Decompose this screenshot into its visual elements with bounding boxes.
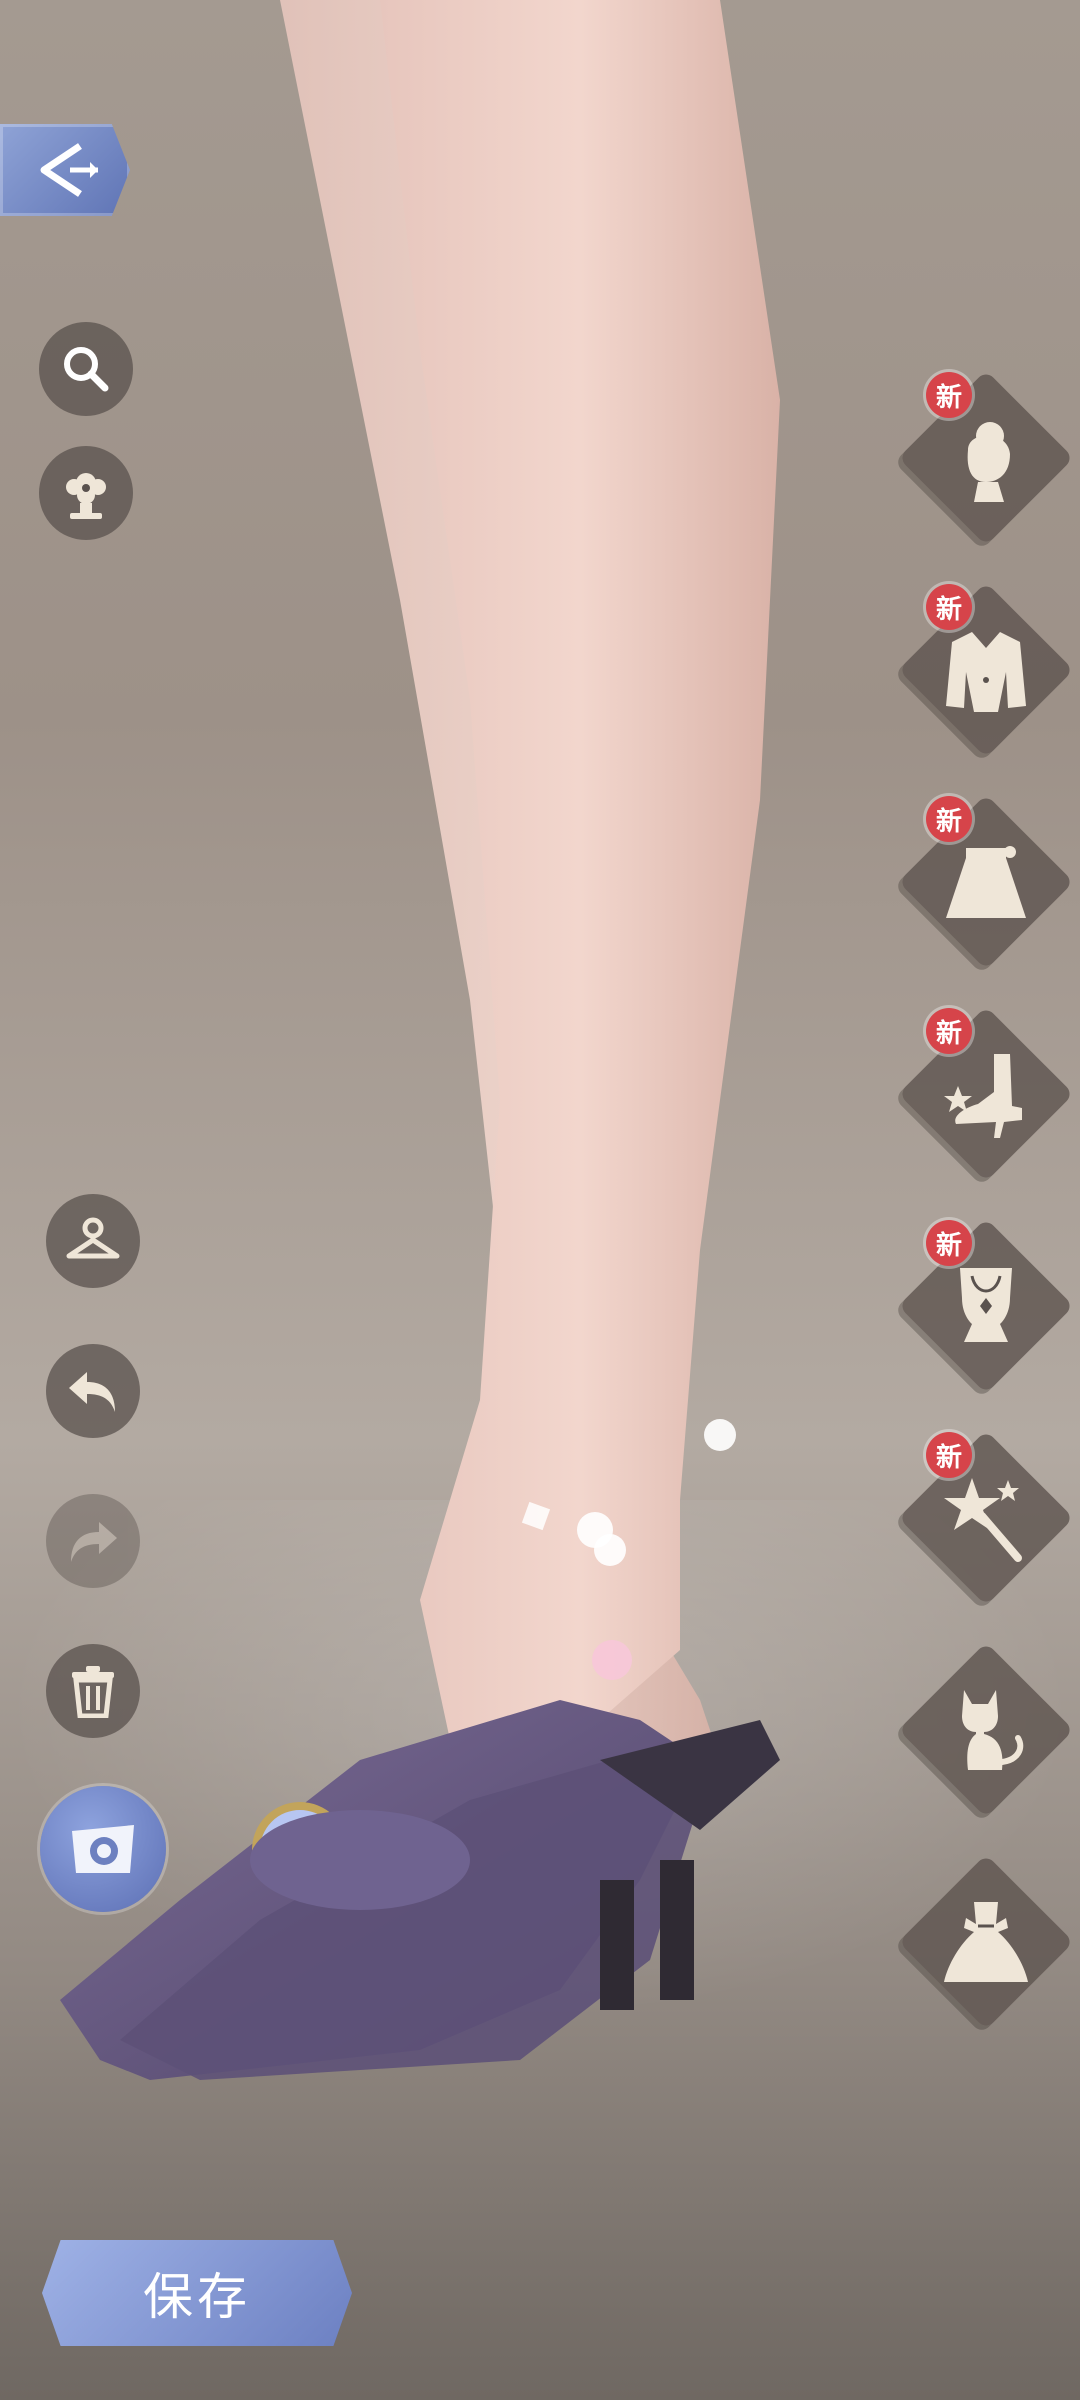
category-hairstyle[interactable]: 新 xyxy=(898,370,1074,546)
outfit-preset-button[interactable] xyxy=(39,446,133,540)
category-accessory[interactable]: 新 xyxy=(898,1430,1074,1606)
new-badge: 新 xyxy=(926,796,972,842)
camera-icon xyxy=(72,1825,134,1873)
trash-icon xyxy=(72,1666,114,1718)
cat-icon xyxy=(962,1690,1024,1770)
new-badge: 新 xyxy=(926,1008,972,1054)
save-button[interactable]: 保存 xyxy=(42,2240,352,2346)
category-shoes[interactable]: 新 xyxy=(898,1006,1074,1182)
save-button-label: 保存 xyxy=(143,2268,251,2326)
camera-button[interactable] xyxy=(40,1786,166,1912)
scene-viewport[interactable] xyxy=(0,0,1080,2400)
hanger-icon xyxy=(66,1217,120,1259)
undo-button[interactable] xyxy=(46,1344,140,1438)
dress-icon xyxy=(944,1902,1028,1982)
character-legs-with-shoes xyxy=(60,0,780,2080)
search-icon xyxy=(64,347,109,392)
hairstyle-icon xyxy=(967,422,1010,502)
wardrobe-button[interactable] xyxy=(46,1194,140,1288)
shoe-icon xyxy=(944,1054,1022,1138)
new-badge: 新 xyxy=(926,372,972,418)
back-button[interactable] xyxy=(0,124,130,216)
new-badge: 新 xyxy=(926,1432,972,1478)
redo-button[interactable] xyxy=(46,1494,140,1588)
category-necklace[interactable]: 新 xyxy=(898,1218,1074,1394)
category-pet[interactable] xyxy=(898,1642,1074,1818)
category-dress[interactable] xyxy=(898,1854,1074,2030)
magic-wand-icon xyxy=(944,1478,1022,1562)
category-skirt[interactable]: 新 xyxy=(898,794,1074,970)
redo-icon xyxy=(71,1522,117,1562)
necklace-icon xyxy=(960,1268,1012,1342)
category-jacket[interactable]: 新 xyxy=(898,582,1074,758)
new-badge: 新 xyxy=(926,584,972,630)
jacket-icon xyxy=(946,632,1026,712)
new-badge: 新 xyxy=(926,1220,972,1266)
skirt-icon xyxy=(946,846,1026,918)
undo-icon xyxy=(69,1372,115,1412)
search-button[interactable] xyxy=(39,322,133,416)
delete-button[interactable] xyxy=(46,1644,140,1738)
back-arrow-icon xyxy=(40,143,98,197)
flower-mannequin-icon xyxy=(66,473,106,519)
